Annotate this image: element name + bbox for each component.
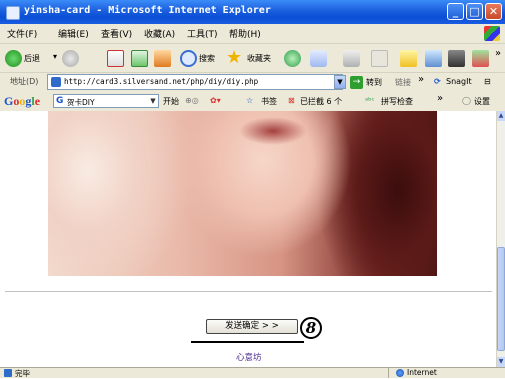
toolbar-overflow-icon[interactable]: » xyxy=(495,48,501,59)
scroll-thumb[interactable] xyxy=(497,247,505,351)
settings-button[interactable]: 设置 xyxy=(474,96,490,107)
security-zone: Internet xyxy=(407,368,437,377)
favorites-star-icon[interactable]: ★ xyxy=(226,47,242,68)
google-search-value[interactable]: 贺卡DIY xyxy=(67,97,95,108)
snagit-window-icon[interactable]: ⊟ xyxy=(484,77,491,86)
address-label: 地址(D) xyxy=(10,77,39,86)
close-button[interactable]: ✕ xyxy=(485,3,502,20)
snagit-icon[interactable]: ⟳ xyxy=(434,77,441,86)
pagerank-icon[interactable]: ✿▾ xyxy=(210,96,221,105)
standard-toolbar: 后退 ▾ 搜索 ★ 收藏夹 » xyxy=(0,44,505,73)
links-overflow-icon[interactable]: » xyxy=(418,74,424,85)
windows-logo-icon xyxy=(484,26,500,41)
refresh-icon[interactable] xyxy=(131,50,148,67)
stop-icon[interactable] xyxy=(107,50,124,67)
menu-edit[interactable]: 编辑(E) xyxy=(58,27,89,40)
address-dropdown-icon[interactable]: ▼ xyxy=(334,75,346,89)
history-icon[interactable] xyxy=(284,50,301,67)
maximize-button[interactable]: □ xyxy=(466,3,483,20)
links-label[interactable]: 链接 xyxy=(395,77,411,88)
menu-view[interactable]: 查看(V) xyxy=(101,27,132,40)
bookmark-star-icon[interactable]: ☆ xyxy=(246,96,253,105)
print-icon[interactable] xyxy=(343,50,360,67)
edit-icon[interactable] xyxy=(371,50,388,67)
status-divider xyxy=(388,368,389,378)
messenger-icon[interactable] xyxy=(425,50,442,67)
folder-icon[interactable] xyxy=(400,50,417,67)
search-dropdown-icon[interactable]: ▼ xyxy=(148,95,158,107)
footer-link[interactable]: 心意坊 xyxy=(236,351,262,363)
back-arrow-icon[interactable] xyxy=(5,50,22,67)
page-done-icon xyxy=(4,369,12,377)
internet-globe-icon xyxy=(396,369,404,377)
spellcheck-button[interactable]: 拼写检查 xyxy=(381,96,413,107)
image-icon[interactable] xyxy=(472,50,489,67)
menu-favorites[interactable]: 收藏(A) xyxy=(144,27,175,40)
popup-blocker-icon[interactable]: ⊠ xyxy=(288,96,295,105)
google-search-input[interactable]: G 贺卡DIY ▼ xyxy=(53,94,159,108)
popup-blocked-count[interactable]: 已拦截 6 个 xyxy=(300,96,342,107)
google-logo[interactable]: Google xyxy=(4,94,40,109)
forward-arrow-icon[interactable] xyxy=(62,50,79,67)
menu-file[interactable]: 文件(F) xyxy=(7,27,37,40)
scroll-up-icon[interactable]: ▲ xyxy=(497,111,505,121)
address-input[interactable]: http://card3.silversand.net/php/diy/diy.… xyxy=(47,74,343,90)
mail-icon[interactable] xyxy=(310,50,327,67)
page-icon xyxy=(51,77,61,87)
menu-bar: 文件(F) 编辑(E) 查看(V) 收藏(A) 工具(T) 帮助(H) xyxy=(0,24,505,44)
google-g-icon: G xyxy=(56,96,64,106)
minimize-button[interactable]: _ xyxy=(447,3,464,20)
start-button[interactable]: 开始 xyxy=(163,96,179,107)
search-options-icon[interactable]: ⊕◎ xyxy=(185,96,199,105)
menu-help[interactable]: 帮助(H) xyxy=(229,27,261,40)
step-number-badge: 8 xyxy=(300,317,322,339)
settings-icon[interactable]: ◯ xyxy=(462,96,471,105)
window-title: yinsha-card - Microsoft Internet Explore… xyxy=(24,5,271,16)
vertical-scrollbar[interactable]: ▲ ▼ xyxy=(496,111,505,367)
snagit-button[interactable]: SnagIt xyxy=(446,77,472,86)
google-overflow-icon[interactable]: » xyxy=(437,93,443,104)
go-arrow-icon[interactable]: → xyxy=(350,76,363,89)
bookmarks-button[interactable]: 书签 xyxy=(261,96,277,107)
k-icon[interactable] xyxy=(448,50,465,67)
spellcheck-icon[interactable]: ᵃᵇᶜ xyxy=(365,96,375,105)
search-button-label[interactable]: 搜索 xyxy=(199,53,215,64)
title-bar: yinsha-card - Microsoft Internet Explore… xyxy=(0,0,505,24)
back-dropdown-icon[interactable]: ▾ xyxy=(53,52,57,61)
back-button-label[interactable]: 后退 xyxy=(24,53,40,64)
page-content: 发送确定 > > 8 心意坊 xyxy=(0,111,496,367)
status-text: 完毕 xyxy=(15,369,30,378)
status-bar: 完毕 Internet xyxy=(0,367,505,378)
go-button[interactable]: 转到 xyxy=(366,77,382,88)
card-photo xyxy=(48,111,437,276)
address-bar: 地址(D) http://card3.silversand.net/php/di… xyxy=(0,73,505,93)
favorites-button-label[interactable]: 收藏夹 xyxy=(247,53,271,64)
menu-tools[interactable]: 工具(T) xyxy=(187,27,218,40)
search-icon[interactable] xyxy=(180,50,197,67)
address-url[interactable]: http://card3.silversand.net/php/diy/diy.… xyxy=(64,77,258,86)
scroll-down-icon[interactable]: ▼ xyxy=(497,357,505,367)
send-confirm-button[interactable]: 发送确定 > > xyxy=(206,319,298,334)
home-icon[interactable] xyxy=(154,50,171,67)
divider xyxy=(5,291,492,292)
ie-icon xyxy=(6,6,20,20)
annotation-underline xyxy=(191,341,304,343)
google-toolbar: Google G 贺卡DIY ▼ 开始 ⊕◎ ✿▾ ☆ 书签 ⊠ 已拦截 6 个… xyxy=(0,92,505,112)
